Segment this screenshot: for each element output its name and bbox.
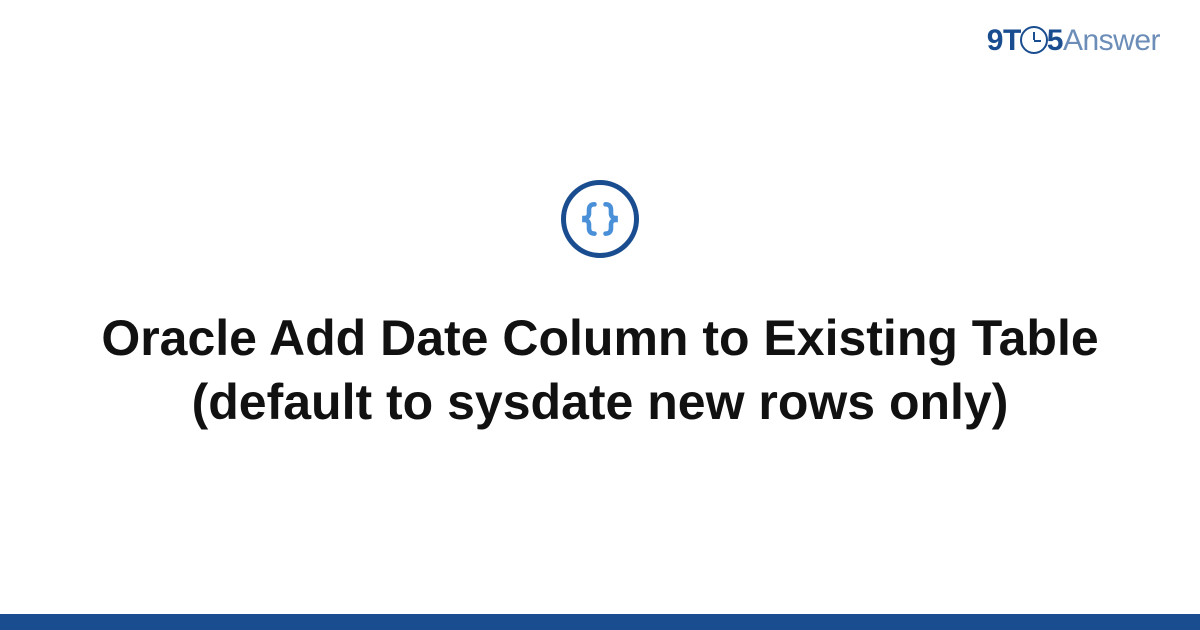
page-title: Oracle Add Date Column to Existing Table… <box>100 306 1100 434</box>
code-brackets-icon <box>561 180 639 258</box>
main-content: Oracle Add Date Column to Existing Table… <box>0 0 1200 614</box>
bottom-accent-bar <box>0 614 1200 630</box>
